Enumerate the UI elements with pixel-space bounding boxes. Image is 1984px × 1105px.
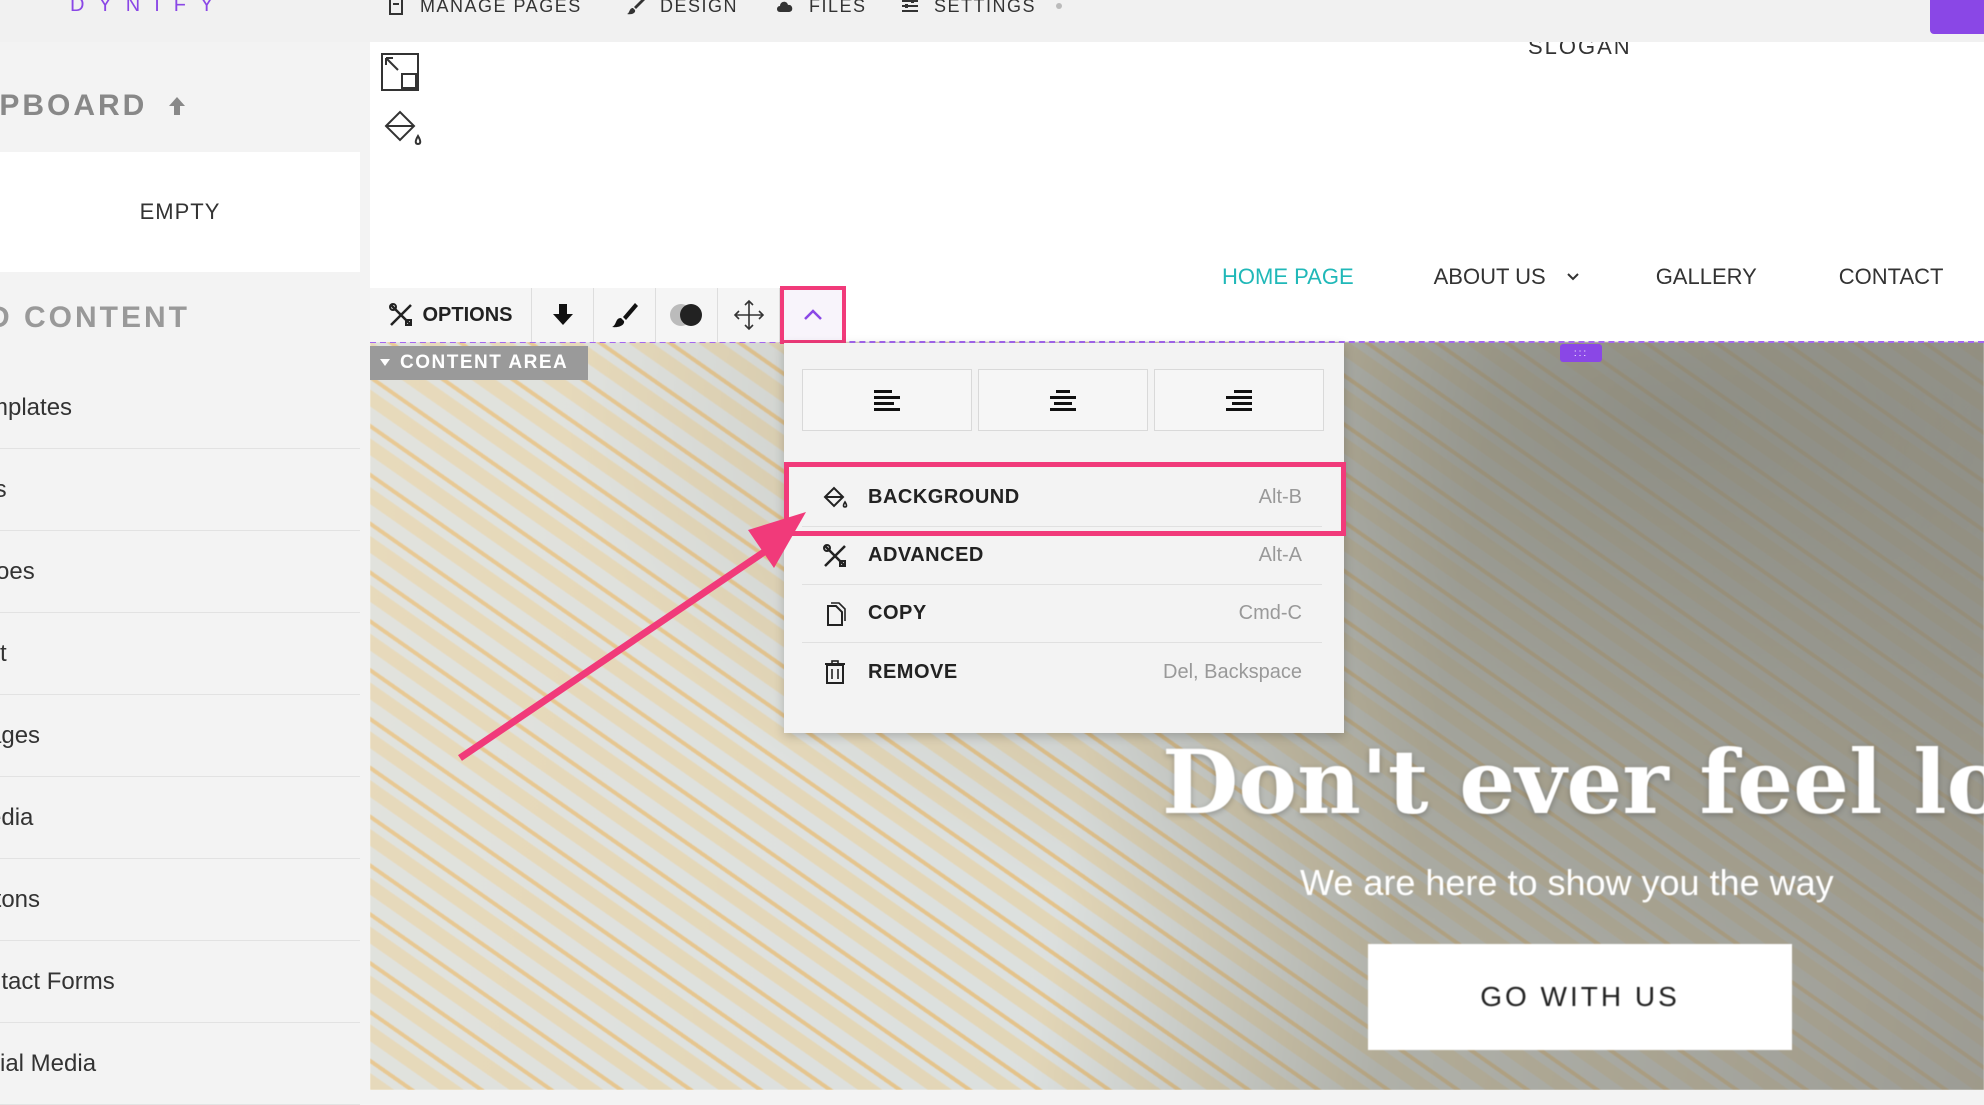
sidebar: IPBOARD EMPTY D CONTENT mplates ts roes … [0,42,362,1105]
tools-icon [822,541,852,571]
design-label: DESIGN [660,0,739,16]
menu-item-label: ADVANCED [868,544,984,566]
content-area-text: CONTENT AREA [400,352,569,373]
background-highlight-box [784,462,1346,536]
sidebar-item-text[interactable]: xt [0,613,360,695]
pages-icon [389,0,403,15]
nav-home-page[interactable]: HOME PAGE [1222,264,1354,290]
alignment-row [802,369,1324,431]
brush-icon [611,303,638,328]
settings-menu[interactable]: SETTINGS [900,0,1063,18]
sidebar-item-social-media[interactable]: cial Media [0,1023,360,1105]
nav-gallery-label: GALLERY [1655,264,1757,289]
arrow-up-icon [169,97,186,115]
align-right-button[interactable] [1154,369,1324,431]
sidebar-item-label: ntact Forms [0,967,115,995]
clipboard-heading[interactable]: IPBOARD [0,89,189,123]
sidebar-item-label: ages [0,721,41,749]
cloud-icon [777,1,793,13]
clipboard-empty-text: EMPTY [139,199,221,224]
sidebar-item-images[interactable]: ages [0,695,360,777]
resize-icon[interactable] [380,52,420,92]
hero-subtitle: We are here to show you the way [1300,862,1834,903]
sidebar-item-templates[interactable]: mplates [0,367,360,449]
options-dropdown: BACKGROUND Alt-B ADVANCED Alt-A COPY Cmd… [784,343,1344,733]
sidebar-item-heroes[interactable]: roes [0,531,360,613]
align-center-button[interactable] [978,369,1148,431]
manage-pages-label: MANAGE PAGES [420,0,582,16]
options-button[interactable]: OPTIONS [370,288,532,342]
align-left-button[interactable] [802,369,972,431]
move-button[interactable] [718,288,780,342]
sidebar-item-media[interactable]: edia [0,777,360,859]
arrow-down-icon [552,304,573,325]
sidebar-list: mplates ts roes xt ages edia ttons ntact… [0,367,360,1105]
content-area-toolbar: OPTIONS [370,286,846,344]
clipboard-title: IPBOARD [0,89,148,122]
align-right-icon [1226,390,1252,411]
chevron-up-icon [804,309,822,320]
site-slogan: SLOGAN [1528,42,1632,59]
options-label: OPTIONS [422,303,513,326]
menu-item-remove[interactable]: REMOVE Del, Backspace [802,643,1322,701]
sidebar-item-buttons[interactable]: ttons [0,859,360,941]
collapse-menu-button[interactable] [780,286,846,344]
sidebar-item-label: cial Media [0,1049,97,1077]
design-menu[interactable]: DESIGN [626,0,738,18]
align-left-icon [874,390,900,411]
sidebar-item-label: edia [0,803,34,831]
menu-item-shortcut: Cmd-C [1238,602,1302,624]
sidebar-item-label: mplates [0,393,73,421]
copy-icon [822,599,852,629]
nav-home-label: HOME PAGE [1222,264,1354,289]
menu-item-shortcut: Alt-A [1258,544,1302,566]
brand-logo[interactable]: DYNIFY [70,0,227,17]
trash-icon [822,657,852,687]
menu-item-shortcut: Del, Backspace [1163,660,1302,683]
clipboard-box: EMPTY [0,152,360,272]
canvas-tools [380,52,424,168]
contrast-icon [669,304,702,326]
move-down-button[interactable] [532,288,594,342]
visibility-toggle-button[interactable] [656,288,718,342]
nav-contact-label: CONTACT [1838,264,1944,289]
go-with-us-button[interactable]: GO WITH US [1368,944,1792,1050]
sidebar-item-contact-forms[interactable]: ntact Forms [0,941,360,1023]
design-brush-button[interactable] [594,288,656,342]
menu-item-label: COPY [868,602,927,624]
publish-button[interactable] [1930,0,1984,34]
content-area-label[interactable]: CONTENT AREA [370,346,588,380]
caret-down-icon [380,359,390,366]
sliders-icon [902,0,918,12]
drag-handle[interactable]: ::: [1560,344,1602,362]
top-bar: DYNIFY MANAGE PAGES DESIGN FILES SETTING… [0,0,1984,42]
align-center-icon [1050,390,1076,411]
menu-item-label: REMOVE [868,660,958,683]
menu-item-copy[interactable]: COPY Cmd-C [802,585,1322,643]
sidebar-item-label: xt [0,639,7,667]
sidebar-item-sets[interactable]: ts [0,449,360,531]
chevron-down-icon [1566,273,1579,281]
site-nav: HOME PAGE ABOUT US GALLERY CONTACT [1222,264,1944,290]
paint-bucket-icon[interactable] [380,106,424,154]
settings-dot [1056,3,1063,9]
settings-label: SETTINGS [934,0,1037,16]
nav-contact[interactable]: CONTACT [1839,264,1944,290]
manage-pages-menu[interactable]: MANAGE PAGES [386,0,582,18]
add-content-heading: D CONTENT [0,301,190,334]
nav-about-label: ABOUT US [1433,264,1546,289]
nav-about-us[interactable]: ABOUT US [1434,264,1580,290]
sidebar-item-label: ts [0,475,7,503]
tools-icon [389,303,413,326]
sidebar-item-label: roes [0,557,35,585]
files-label: FILES [809,0,867,16]
hero-title: Don't ever feel lost! [1162,730,1984,834]
files-menu[interactable]: FILES [775,0,867,18]
sidebar-item-label: ttons [0,885,41,913]
nav-gallery[interactable]: GALLERY [1656,264,1757,290]
move-arrows-icon [733,299,764,331]
brush-icon [627,0,645,15]
